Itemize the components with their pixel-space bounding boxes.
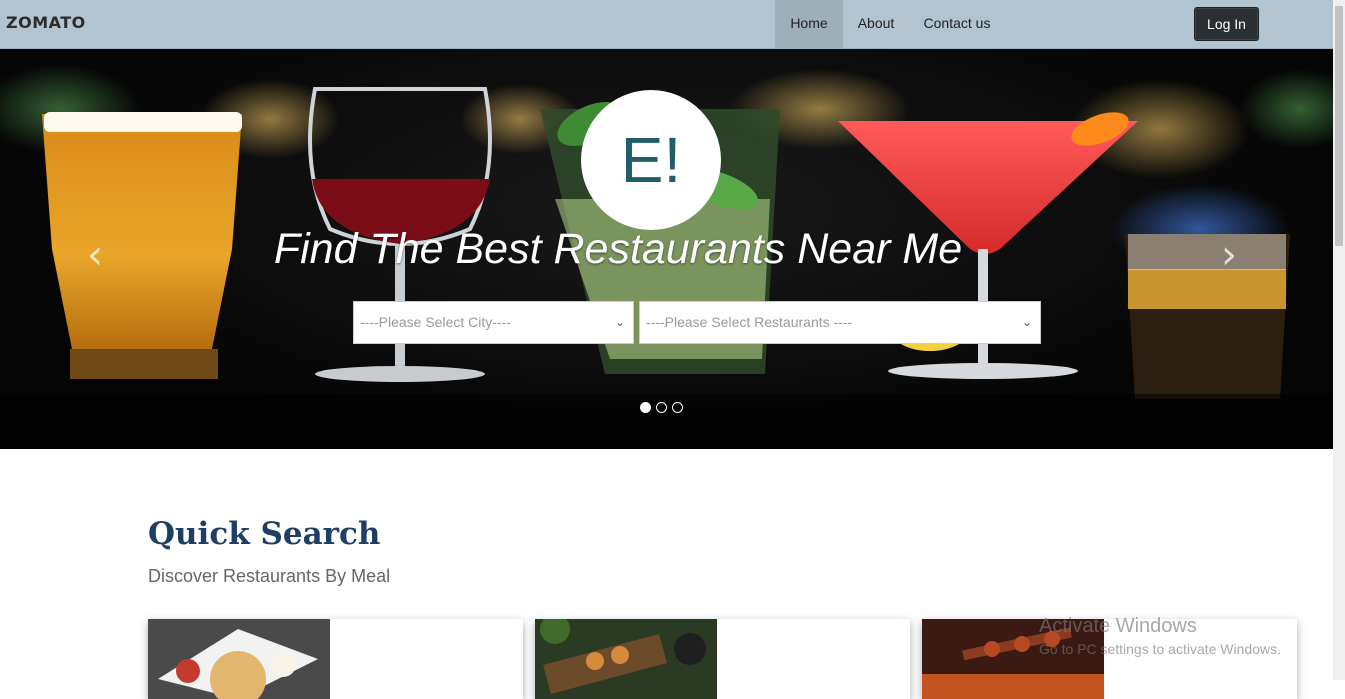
page-scrollbar[interactable]	[1333, 0, 1345, 680]
chevron-down-icon: ⌄	[1021, 315, 1032, 329]
chevron-down-icon: ⌄	[614, 315, 625, 329]
restaurant-select[interactable]: ----Please Select Restaurants ---- ⌄	[639, 301, 1041, 344]
nav-home[interactable]: Home	[775, 0, 843, 48]
hero-title: Find The Best Restaurants Near Me	[273, 225, 963, 273]
nav-contact-us[interactable]: Contact us	[909, 0, 1005, 48]
nav-about[interactable]: About	[843, 0, 909, 48]
city-select-placeholder: ----Please Select City----	[360, 314, 511, 330]
carousel-indicator-1[interactable]	[640, 402, 651, 413]
site-logo-circle: E!	[581, 90, 721, 230]
brand-logo[interactable]: ZOMATO	[6, 13, 86, 32]
activate-windows-watermark: Activate Windows	[1039, 615, 1197, 637]
meal-card-2[interactable]	[535, 619, 910, 699]
quick-search-subtitle: Discover Restaurants By Meal	[148, 566, 391, 586]
restaurant-select-placeholder: ----Please Select Restaurants ----	[646, 314, 853, 330]
carousel-indicator-3[interactable]	[672, 402, 683, 413]
city-select[interactable]: ----Please Select City---- ⌄	[353, 301, 634, 344]
login-button[interactable]: Log In	[1194, 7, 1259, 41]
carousel-indicator-2[interactable]	[656, 402, 667, 413]
meal-image-1	[148, 619, 330, 699]
hero-carousel: ‹ › E! Find The Best Restaurants Near Me…	[0, 49, 1333, 449]
scrollbar-thumb[interactable]	[1335, 6, 1343, 246]
meal-card-1[interactable]	[148, 619, 523, 699]
quick-search-title: Quick Search	[148, 516, 381, 552]
activate-windows-subtitle: Go to PC settings to activate Windows.	[1039, 641, 1281, 657]
top-navbar: ZOMATO Home About Contact us Log In	[0, 0, 1333, 49]
meal-image-2	[535, 619, 717, 699]
